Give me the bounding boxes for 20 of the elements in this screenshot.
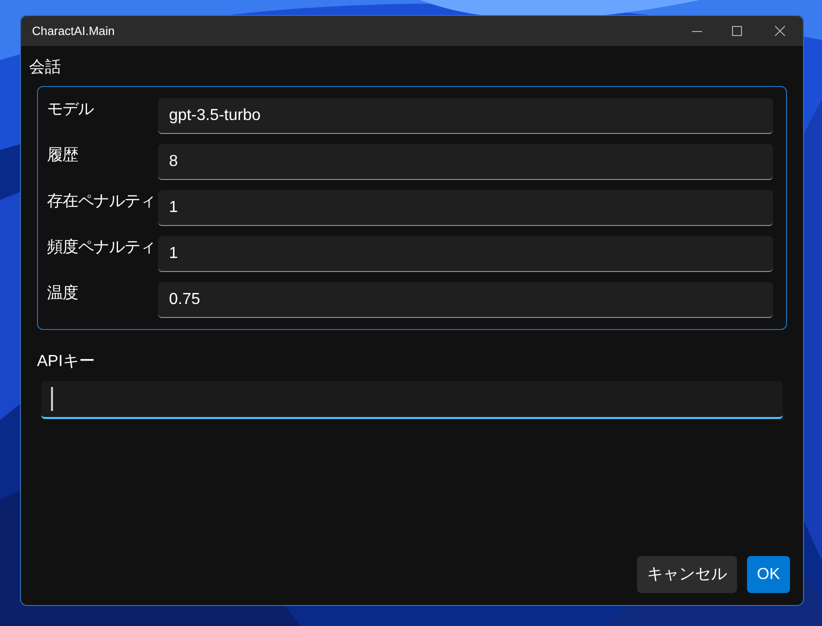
field-label: 履歴	[47, 146, 79, 166]
ok-button[interactable]: OK	[746, 556, 790, 593]
section-title: 会話	[29, 58, 62, 78]
input-field[interactable]: 1	[158, 190, 773, 226]
input-field[interactable]: 0.75	[158, 282, 773, 318]
cancel-button[interactable]: キャンセル	[636, 556, 737, 593]
maximize-icon	[732, 26, 742, 36]
field-label: モデル	[47, 100, 95, 120]
input-field[interactable]: 1	[158, 236, 773, 272]
input-field[interactable]	[41, 381, 783, 419]
minimize-icon	[692, 30, 702, 32]
field-label: 頻度ペナルティ	[47, 238, 156, 258]
close-icon	[775, 26, 785, 36]
field-label: 温度	[47, 284, 79, 304]
input-field[interactable]: gpt-3.5-turbo	[158, 98, 773, 134]
text-cursor	[51, 387, 53, 411]
window-title: CharactAI.Main	[32, 23, 116, 40]
field-label: 存在ペナルティ	[47, 192, 156, 212]
field-label: APIキー	[37, 352, 96, 372]
input-field[interactable]: 8	[158, 144, 773, 180]
